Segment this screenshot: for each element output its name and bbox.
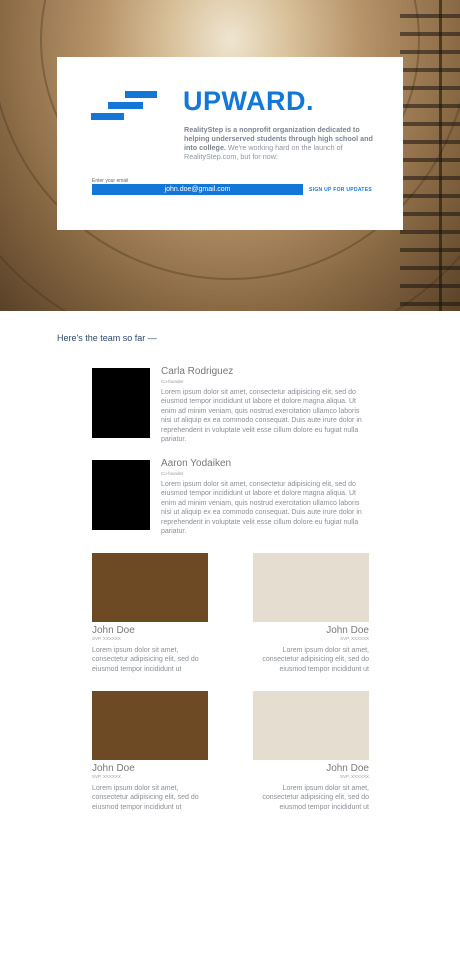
member-photo <box>92 460 150 530</box>
member-name: John Doe <box>326 625 369 636</box>
team-member-card: John Doe SVP, XXXXXX Lorem ipsum dolor s… <box>253 691 369 812</box>
team-member-card: John Doe SVP, XXXXXX Lorem ipsum dolor s… <box>92 553 208 674</box>
member-name: John Doe <box>326 763 369 774</box>
team-member-card: John Doe SVP, XXXXXX Lorem ipsum dolor s… <box>253 553 369 674</box>
signup-card: UPWARD. RealityStep is a nonprofit organ… <box>57 57 403 230</box>
member-name: John Doe <box>92 763 135 774</box>
team-member-card: John Doe SVP, XXXXXX Lorem ipsum dolor s… <box>92 691 208 812</box>
member-name: Aaron Yodaiken <box>161 458 232 469</box>
member-name: John Doe <box>92 625 135 636</box>
member-bio: Lorem ipsum dolor sit amet, consectetur … <box>92 647 199 673</box>
member-photo <box>253 553 369 622</box>
email-input[interactable] <box>92 184 303 195</box>
member-bio: Lorem ipsum dolor sit amet, consectetur … <box>262 785 369 811</box>
member-name: Carla Rodriguez <box>161 366 234 377</box>
member-photo <box>92 691 208 760</box>
member-role: SVP, XXXXXX <box>340 774 369 779</box>
brand-title: UPWARD. <box>183 86 314 116</box>
railing-post <box>439 0 442 311</box>
team-heading: Here's the team so far — <box>57 333 157 343</box>
member-role: SVP, XXXXXX <box>92 774 121 779</box>
member-bio: Lorem ipsum dolor sit amet, consectetur … <box>262 647 369 673</box>
sign-up-button[interactable]: SIGN UP FOR UPDATES <box>309 187 372 193</box>
member-bio: Lorem ipsum dolor sit amet, consectetur … <box>161 481 362 536</box>
member-bio: Lorem ipsum dolor sit amet, consectetur … <box>161 389 362 444</box>
railing-balusters <box>400 0 460 311</box>
intro-text: RealityStep is a nonprofit organization … <box>184 125 374 161</box>
member-photo <box>92 368 150 438</box>
member-role: Co-founder <box>161 379 184 384</box>
upward-logo-icon <box>91 91 159 127</box>
member-role: SVP, XXXXXX <box>92 636 121 641</box>
member-photo <box>92 553 208 622</box>
member-role: SVP, XXXXXX <box>340 636 369 641</box>
member-role: Co-founder <box>161 471 184 476</box>
member-photo <box>253 691 369 760</box>
member-bio: Lorem ipsum dolor sit amet, consectetur … <box>92 785 199 811</box>
